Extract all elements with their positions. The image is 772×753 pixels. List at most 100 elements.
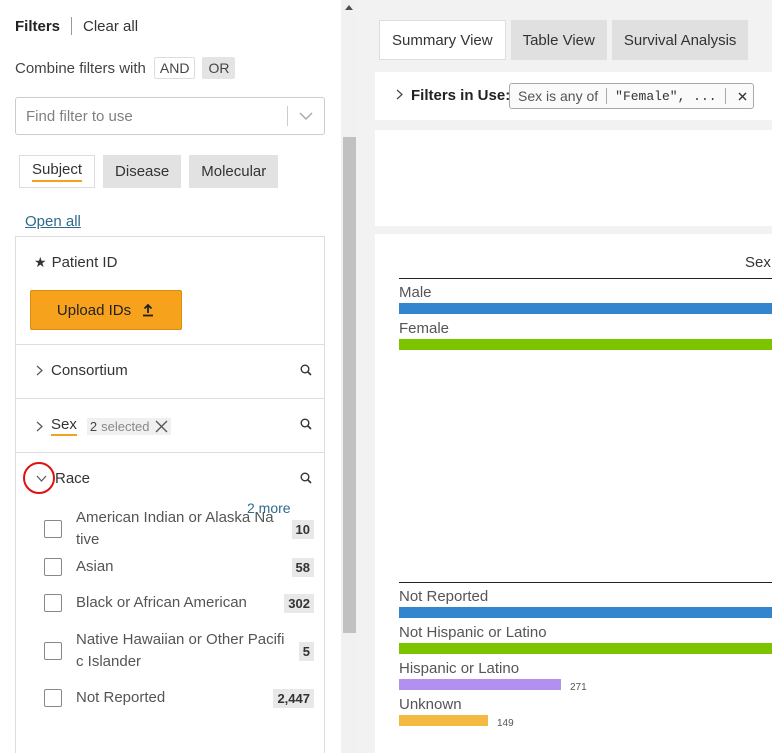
chip-divider bbox=[724, 88, 726, 104]
upload-icon bbox=[141, 303, 155, 317]
bar[interactable] bbox=[399, 339, 772, 350]
checkbox[interactable] bbox=[44, 520, 62, 538]
race-option-label: Black or African American bbox=[76, 594, 247, 611]
main-content: Summary View Table View Survival Analysi… bbox=[358, 0, 772, 753]
chip-value: "Female", ... bbox=[615, 88, 717, 104]
bar-value-label: 271 bbox=[570, 682, 587, 693]
bar-label: Unknown bbox=[399, 696, 462, 713]
scrollbar-thumb[interactable] bbox=[343, 137, 356, 633]
race-option-count: 10 bbox=[291, 519, 314, 539]
filters-in-use-label: Filters in Use: bbox=[411, 87, 511, 104]
chip-field: Sex is any of bbox=[518, 88, 599, 104]
race-option-count: 58 bbox=[291, 557, 314, 577]
bar[interactable] bbox=[399, 607, 772, 618]
chevron-down-icon[interactable] bbox=[288, 111, 324, 121]
chip-divider bbox=[606, 88, 608, 104]
header-divider bbox=[71, 17, 73, 35]
search-icon[interactable] bbox=[300, 418, 312, 430]
race-option[interactable]: Native Hawaiian or Other Pacifi c Island… bbox=[44, 629, 314, 673]
race-header[interactable]: Race bbox=[36, 470, 90, 487]
selected-text: selected bbox=[101, 418, 150, 434]
chevron-down-icon[interactable] bbox=[36, 475, 47, 482]
search-icon[interactable] bbox=[300, 364, 312, 376]
filters-title: Filters bbox=[15, 17, 61, 35]
close-icon[interactable] bbox=[155, 420, 168, 433]
chevron-right-icon[interactable] bbox=[36, 365, 43, 376]
sex-label: Sex bbox=[51, 416, 77, 436]
chart-card: Sex Male Female Not Reported Not Hispanic o… bbox=[375, 234, 772, 753]
tab-survival-analysis[interactable]: Survival Analysis bbox=[611, 20, 749, 60]
find-filter-placeholder: Find filter to use bbox=[26, 107, 133, 125]
facet-list: ★ Patient ID Upload IDs Consortium Sex 2… bbox=[15, 236, 325, 753]
view-tabs: Summary View Table View Survival Analysi… bbox=[379, 20, 753, 60]
combine-label: Combine filters with bbox=[15, 59, 146, 77]
race-option[interactable]: Not Reported 2,447 bbox=[44, 687, 314, 709]
chevron-right-icon[interactable] bbox=[36, 421, 43, 432]
filter-tabs: Subject Disease Molecular bbox=[19, 155, 286, 188]
tab-table-view[interactable]: Table View bbox=[510, 20, 607, 60]
patient-id-label: Patient ID bbox=[51, 254, 118, 271]
chart-axis-line bbox=[399, 582, 772, 583]
sex-facet[interactable]: Sex 2 selected bbox=[16, 399, 324, 453]
race-option[interactable]: Black or African American 302 bbox=[44, 592, 314, 614]
bar-value-label: 149 bbox=[497, 718, 514, 729]
consortium-label: Consortium bbox=[51, 362, 128, 379]
bar[interactable] bbox=[399, 679, 561, 690]
show-more-link[interactable]: 2 more bbox=[247, 500, 291, 516]
chevron-right-icon[interactable] bbox=[396, 89, 403, 100]
bar-label: Hispanic or Latino bbox=[399, 660, 520, 677]
star-icon: ★ bbox=[34, 254, 47, 270]
race-label: Race bbox=[55, 470, 91, 487]
bar-label: Not Reported bbox=[399, 588, 489, 605]
combine-filters: Combine filters with AND OR bbox=[15, 57, 236, 79]
race-facet: Race American Indian or Alaska Na tive 1… bbox=[16, 453, 324, 753]
race-option-count: 2,447 bbox=[273, 688, 314, 708]
race-option-label: Not Reported bbox=[76, 689, 166, 706]
tab-subject[interactable]: Subject bbox=[19, 155, 96, 188]
bar-label: Male bbox=[399, 284, 432, 301]
sex-header[interactable]: Sex 2 selected bbox=[36, 416, 171, 436]
selected-badge: 2 selected bbox=[86, 417, 171, 435]
or-button[interactable]: OR bbox=[202, 57, 236, 79]
checkbox[interactable] bbox=[44, 642, 62, 660]
patient-id-title: ★ Patient ID bbox=[34, 254, 117, 271]
upload-ids-label: Upload IDs bbox=[56, 301, 132, 319]
chart-axis-line bbox=[399, 278, 772, 279]
race-option-count: 302 bbox=[284, 593, 314, 613]
bar[interactable] bbox=[399, 643, 772, 654]
close-icon[interactable] bbox=[738, 92, 747, 101]
summary-card bbox=[375, 130, 772, 226]
scrollbar[interactable] bbox=[341, 0, 358, 753]
consortium-facet[interactable]: Consortium bbox=[16, 345, 324, 399]
tab-subject-label: Subject bbox=[32, 161, 83, 182]
selected-count: 2 bbox=[89, 418, 98, 434]
bar-label: Female bbox=[399, 320, 450, 337]
race-option-count: 5 bbox=[298, 641, 314, 661]
filter-panel: Filters Clear all Combine filters with A… bbox=[0, 0, 341, 753]
clear-all-button[interactable]: Clear all bbox=[83, 18, 138, 35]
checkbox[interactable] bbox=[44, 689, 62, 707]
search-icon[interactable] bbox=[300, 472, 312, 484]
filter-header: Filters Clear all bbox=[15, 17, 138, 35]
and-button[interactable]: AND bbox=[153, 57, 196, 79]
tab-summary-view[interactable]: Summary View bbox=[379, 20, 506, 60]
race-option-label: Native Hawaiian or Other Pacifi c Island… bbox=[76, 631, 285, 670]
open-all-link[interactable]: Open all bbox=[25, 213, 81, 230]
race-option-label: Asian bbox=[76, 558, 114, 575]
tab-molecular[interactable]: Molecular bbox=[189, 155, 279, 188]
patient-id-facet: ★ Patient ID Upload IDs bbox=[16, 237, 324, 345]
scroll-up-arrow[interactable] bbox=[345, 5, 353, 10]
upload-ids-button[interactable]: Upload IDs bbox=[30, 290, 182, 330]
checkbox[interactable] bbox=[44, 594, 62, 612]
consortium-header[interactable]: Consortium bbox=[36, 362, 128, 379]
race-option[interactable]: Asian 58 bbox=[44, 556, 314, 578]
tab-disease[interactable]: Disease bbox=[103, 155, 182, 188]
chart-title: Sex bbox=[745, 254, 771, 271]
bar[interactable] bbox=[399, 303, 772, 314]
filters-in-use-bar: Filters in Use: Sex is any of "Female", … bbox=[375, 72, 772, 120]
find-filter-select[interactable]: Find filter to use bbox=[15, 97, 325, 135]
bar[interactable] bbox=[399, 715, 488, 726]
bar-label: Not Hispanic or Latino bbox=[399, 624, 547, 641]
checkbox[interactable] bbox=[44, 558, 62, 576]
filter-chip[interactable]: Sex is any of "Female", ... bbox=[509, 83, 754, 109]
